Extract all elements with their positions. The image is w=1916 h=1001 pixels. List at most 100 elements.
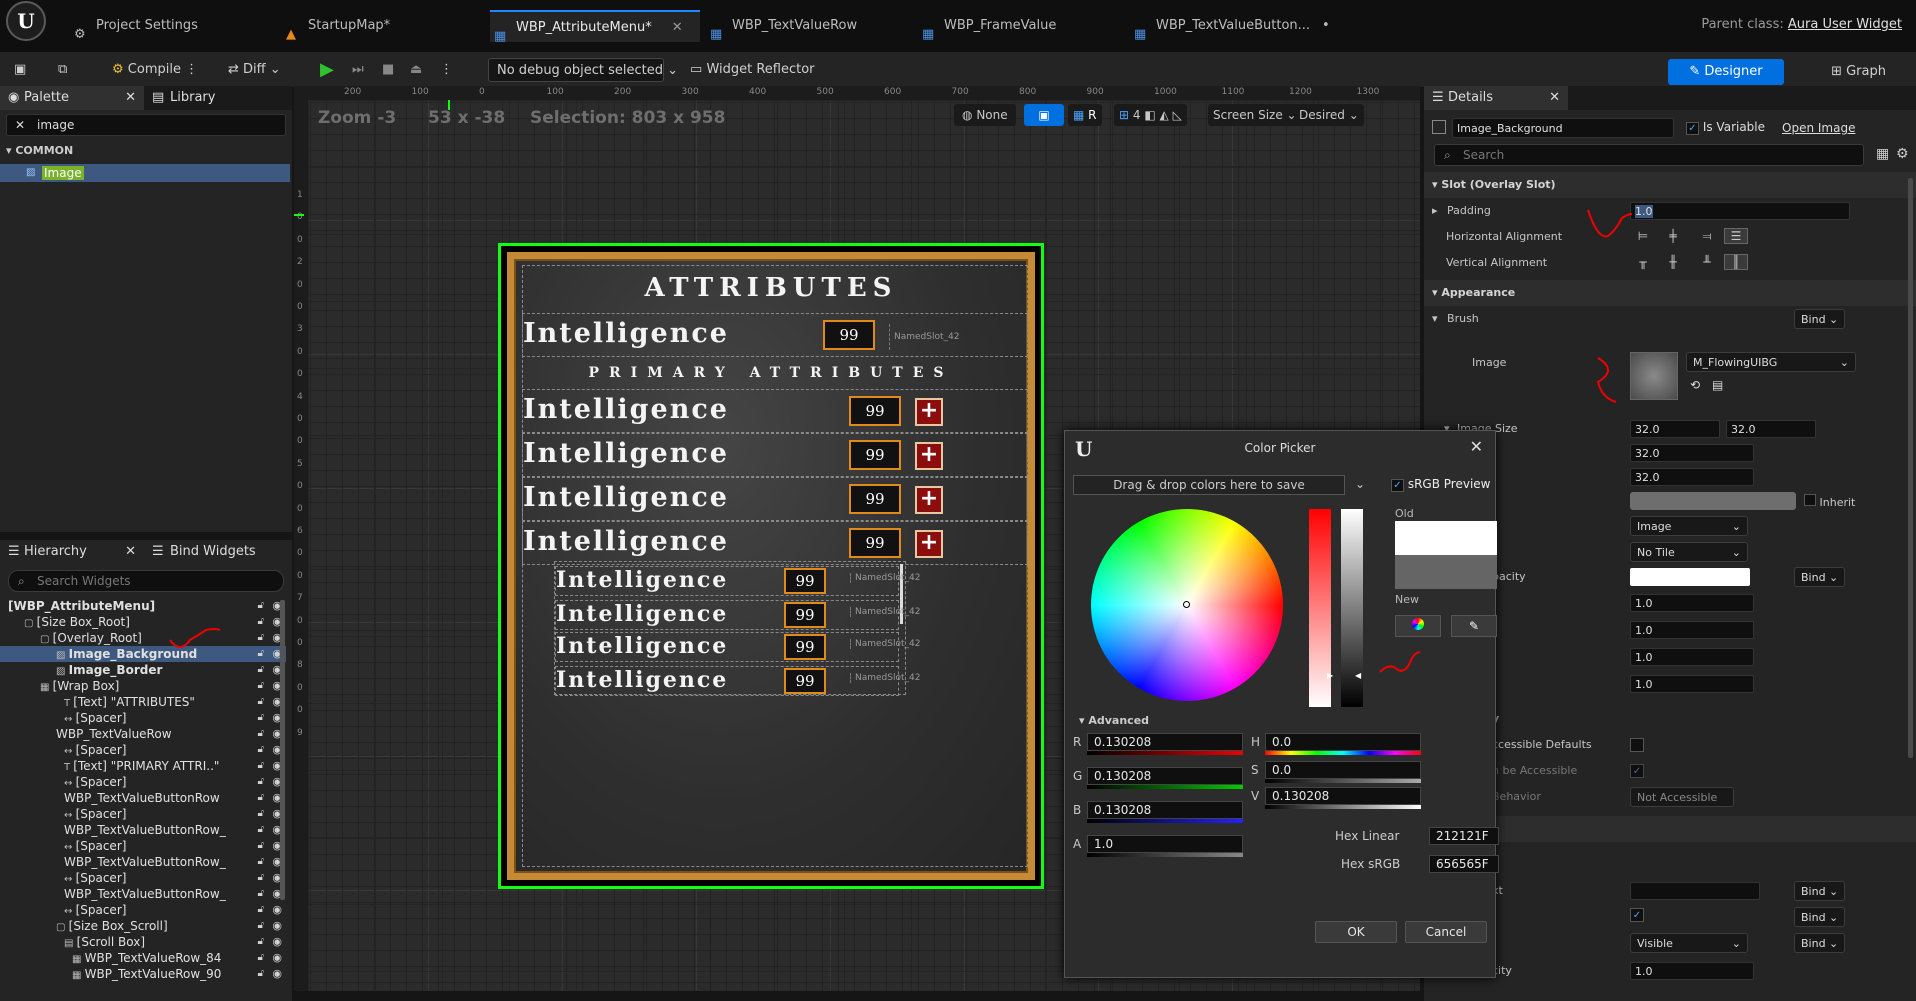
close-icon[interactable]: ✕ [1470, 437, 1483, 456]
value-field-1[interactable]: 1.0 [1630, 594, 1754, 612]
chevron-down-icon[interactable]: ▾ [1424, 312, 1438, 325]
table-view-icon[interactable]: ▦ [1876, 146, 1889, 162]
lock-icon[interactable]: 🔓︎ [258, 758, 264, 774]
parent-class-link[interactable]: Aura User Widget [1788, 17, 1902, 32]
designer-button[interactable]: ✎ Designer [1668, 59, 1784, 85]
value-field-3[interactable]: 1.0 [1630, 648, 1754, 666]
scroll-box[interactable]: Intelligence 99 NamedSlot_42 Intelligence 99… [554, 561, 920, 696]
g-channel-bar[interactable] [1087, 785, 1243, 789]
text-value-row[interactable]: Intelligence 99 NamedSlot_42 [522, 313, 1028, 357]
palette-item-image[interactable]: ▨ Image [0, 164, 290, 182]
lock-icon[interactable]: 🔓︎ [258, 710, 264, 726]
a-channel-bar[interactable] [1087, 853, 1243, 857]
hierarchy-row[interactable]: [WBP_AttributeMenu] 🔓︎ ◉ [0, 598, 286, 614]
b-channel-input[interactable]: 0.130208 [1087, 801, 1243, 819]
render-opacity-field[interactable]: 1.0 [1630, 962, 1754, 980]
align-middle-icon[interactable]: ╫ [1656, 255, 1690, 269]
plus-button[interactable]: + [915, 530, 943, 558]
align-right-icon[interactable]: ⫤ [1690, 229, 1724, 244]
compile-button[interactable]: ⚙ Compile ⋮ [112, 58, 198, 82]
lock-icon[interactable]: 🔓︎ [258, 902, 264, 918]
hierarchy-row[interactable]: ▤ [Scroll Box] 🔓︎ ◉ [0, 934, 286, 950]
tab-wbp-attribute-menu[interactable]: ▦ WBP_AttributeMenu* ✕ [490, 10, 700, 44]
brush-bind-dropdown[interactable]: Bind ⌄ [1794, 309, 1846, 329]
browse-icon[interactable]: ⧉ [58, 58, 67, 82]
align-bottom-icon[interactable]: ╨ [1690, 255, 1724, 269]
hierarchy-row[interactable]: ↔ [Spacer] 🔓︎ ◉ [0, 870, 286, 886]
themes-chevron-icon[interactable]: ⌄ [1355, 477, 1365, 491]
image-size-y[interactable]: 32.0 [1726, 420, 1816, 438]
lock-icon[interactable]: 🔓︎ [258, 806, 264, 822]
save-icon[interactable]: ▣ [14, 58, 26, 82]
hierarchy-row[interactable]: WBP_TextValueButtonRow_ 🔓︎ ◉ [0, 854, 286, 870]
visibility-bind-dropdown[interactable]: Bind ⌄ [1794, 933, 1846, 953]
hierarchy-row[interactable]: ▦ WBP_TextValueRow_90 🔓︎ ◉ [0, 966, 286, 982]
tab-startup-map[interactable]: ▲ StartupMap* [282, 10, 390, 42]
align-top-icon[interactable]: ╥ [1630, 255, 1656, 269]
align-left-icon[interactable]: ⊨ [1630, 229, 1656, 243]
align-center-icon[interactable]: ╪ [1656, 229, 1690, 243]
tooltip-text-field[interactable] [1630, 882, 1760, 900]
tab-wbp-frame-value[interactable]: ▦ WBP_FrameValue [918, 10, 1056, 42]
culture-preview[interactable]: ◍ None [954, 104, 1016, 126]
slider-handle-icon[interactable]: ▶ [1327, 671, 1333, 680]
v-channel-input[interactable]: 0.130208 [1265, 787, 1421, 805]
inherit-checkbox[interactable]: Inherit [1804, 494, 1855, 509]
hierarchy-row[interactable]: ↔ [Spacer] 🔓︎ ◉ [0, 774, 286, 790]
category-common[interactable]: ▾ COMMON [6, 144, 73, 157]
fill-mode-select[interactable]: Desired ⌄ [1294, 104, 1364, 126]
lock-icon[interactable]: 🔓︎ [258, 598, 264, 614]
hierarchy-row[interactable]: T [Text] "ATTRIBUTES" 🔓︎ ◉ [0, 694, 286, 710]
visibility-dropdown[interactable]: Visible ⌄ [1630, 933, 1748, 953]
opacity-bind-dropdown[interactable]: Bind ⌄ [1794, 567, 1846, 587]
tab-library[interactable]: ▤ Library [146, 86, 225, 110]
grid-snap-toggle[interactable]: ⊞ 4 ◧ ◭ ◺ [1114, 104, 1187, 126]
h-align-buttons[interactable]: ⊨ ╪ ⫤ ☰ [1630, 228, 1750, 248]
hierarchy-row[interactable]: ▢ [Size Box_Scroll] 🔓︎ ◉ [0, 918, 286, 934]
hierarchy-row[interactable]: ▢ [Size Box_Root] 🔓︎ ◉ [0, 614, 286, 630]
lock-icon[interactable]: 🔓︎ [258, 822, 264, 838]
lock-icon[interactable]: 🔓︎ [258, 886, 264, 902]
plus-button[interactable]: + [915, 398, 943, 426]
step-icon[interactable]: ⏭ [352, 58, 364, 82]
browse-asset-icon[interactable]: ▤ [1712, 378, 1723, 392]
scroll-text-value-row[interactable]: Intelligence 99 NamedSlot_42 [555, 600, 920, 630]
close-icon[interactable]: ✕ [125, 540, 136, 564]
tab-palette[interactable]: ◉ Palette ✕ [0, 86, 144, 110]
eject-icon[interactable]: ⏏ [410, 58, 422, 82]
lock-icon[interactable]: 🔓︎ [258, 630, 264, 646]
scroll-text-value-row[interactable]: Intelligence 99 NamedSlot_42 [555, 666, 920, 696]
h-channel-bar[interactable] [1265, 751, 1421, 755]
accessible-defaults-checkbox[interactable] [1630, 738, 1644, 752]
stop-icon[interactable]: ■ [382, 58, 394, 82]
respect-locks-toggle[interactable]: ▦ R [1068, 104, 1102, 126]
lock-icon[interactable]: 🔓︎ [258, 742, 264, 758]
visibility-eye-icon[interactable]: ◉ [272, 966, 282, 982]
tab-wbp-text-value-button[interactable]: ▦ WBP_TextValueButton... • [1130, 10, 1330, 42]
tab-details[interactable]: ☰ Details ✕ [1424, 86, 1568, 110]
color-themes-bar[interactable]: Drag & drop colors here to save [1073, 475, 1345, 495]
image-thumbnail[interactable] [1630, 352, 1678, 400]
plus-button[interactable]: + [915, 486, 943, 514]
scroll-text-value-row[interactable]: Intelligence 99 NamedSlot_42 [555, 566, 920, 596]
b-channel-bar[interactable] [1087, 819, 1243, 823]
r-channel-input[interactable]: 0.130208 [1087, 733, 1243, 751]
color-wheel-mode-button[interactable] [1395, 615, 1441, 637]
hierarchy-row[interactable]: ↔ [Spacer] 🔓︎ ◉ [0, 710, 286, 726]
tint-color-swatch[interactable] [1630, 492, 1796, 510]
padding-input[interactable]: 1.0 [1630, 202, 1850, 220]
slider-handle-icon[interactable]: ◀ [1355, 671, 1361, 680]
v-align-buttons[interactable]: ╥ ╫ ╨ ║ [1630, 254, 1750, 274]
details-search-input[interactable]: ⌕ Search [1434, 144, 1864, 166]
scroll-text-value-row[interactable]: Intelligence 99 NamedSlot_42 [555, 632, 920, 662]
accessible-behavior-dropdown[interactable]: Not Accessible ⌄ [1630, 787, 1734, 824]
lock-icon[interactable]: 🔓︎ [258, 934, 264, 950]
enabled-bind-dropdown[interactable]: Bind ⌄ [1794, 907, 1846, 927]
hierarchy-scrollbar[interactable] [280, 600, 285, 900]
debug-object-select[interactable]: No debug object selected ⌄ [488, 58, 678, 82]
hierarchy-row[interactable]: T [Text] "PRIMARY ATTRI.." 🔓︎ ◉ [0, 758, 286, 774]
value-field-4[interactable]: 1.0 [1630, 675, 1754, 693]
tooltip-bind-dropdown[interactable]: Bind ⌄ [1794, 881, 1846, 901]
close-icon[interactable]: ✕ [125, 86, 136, 110]
text-value-button-row[interactable]: Intelligence 99 + [522, 433, 1028, 477]
